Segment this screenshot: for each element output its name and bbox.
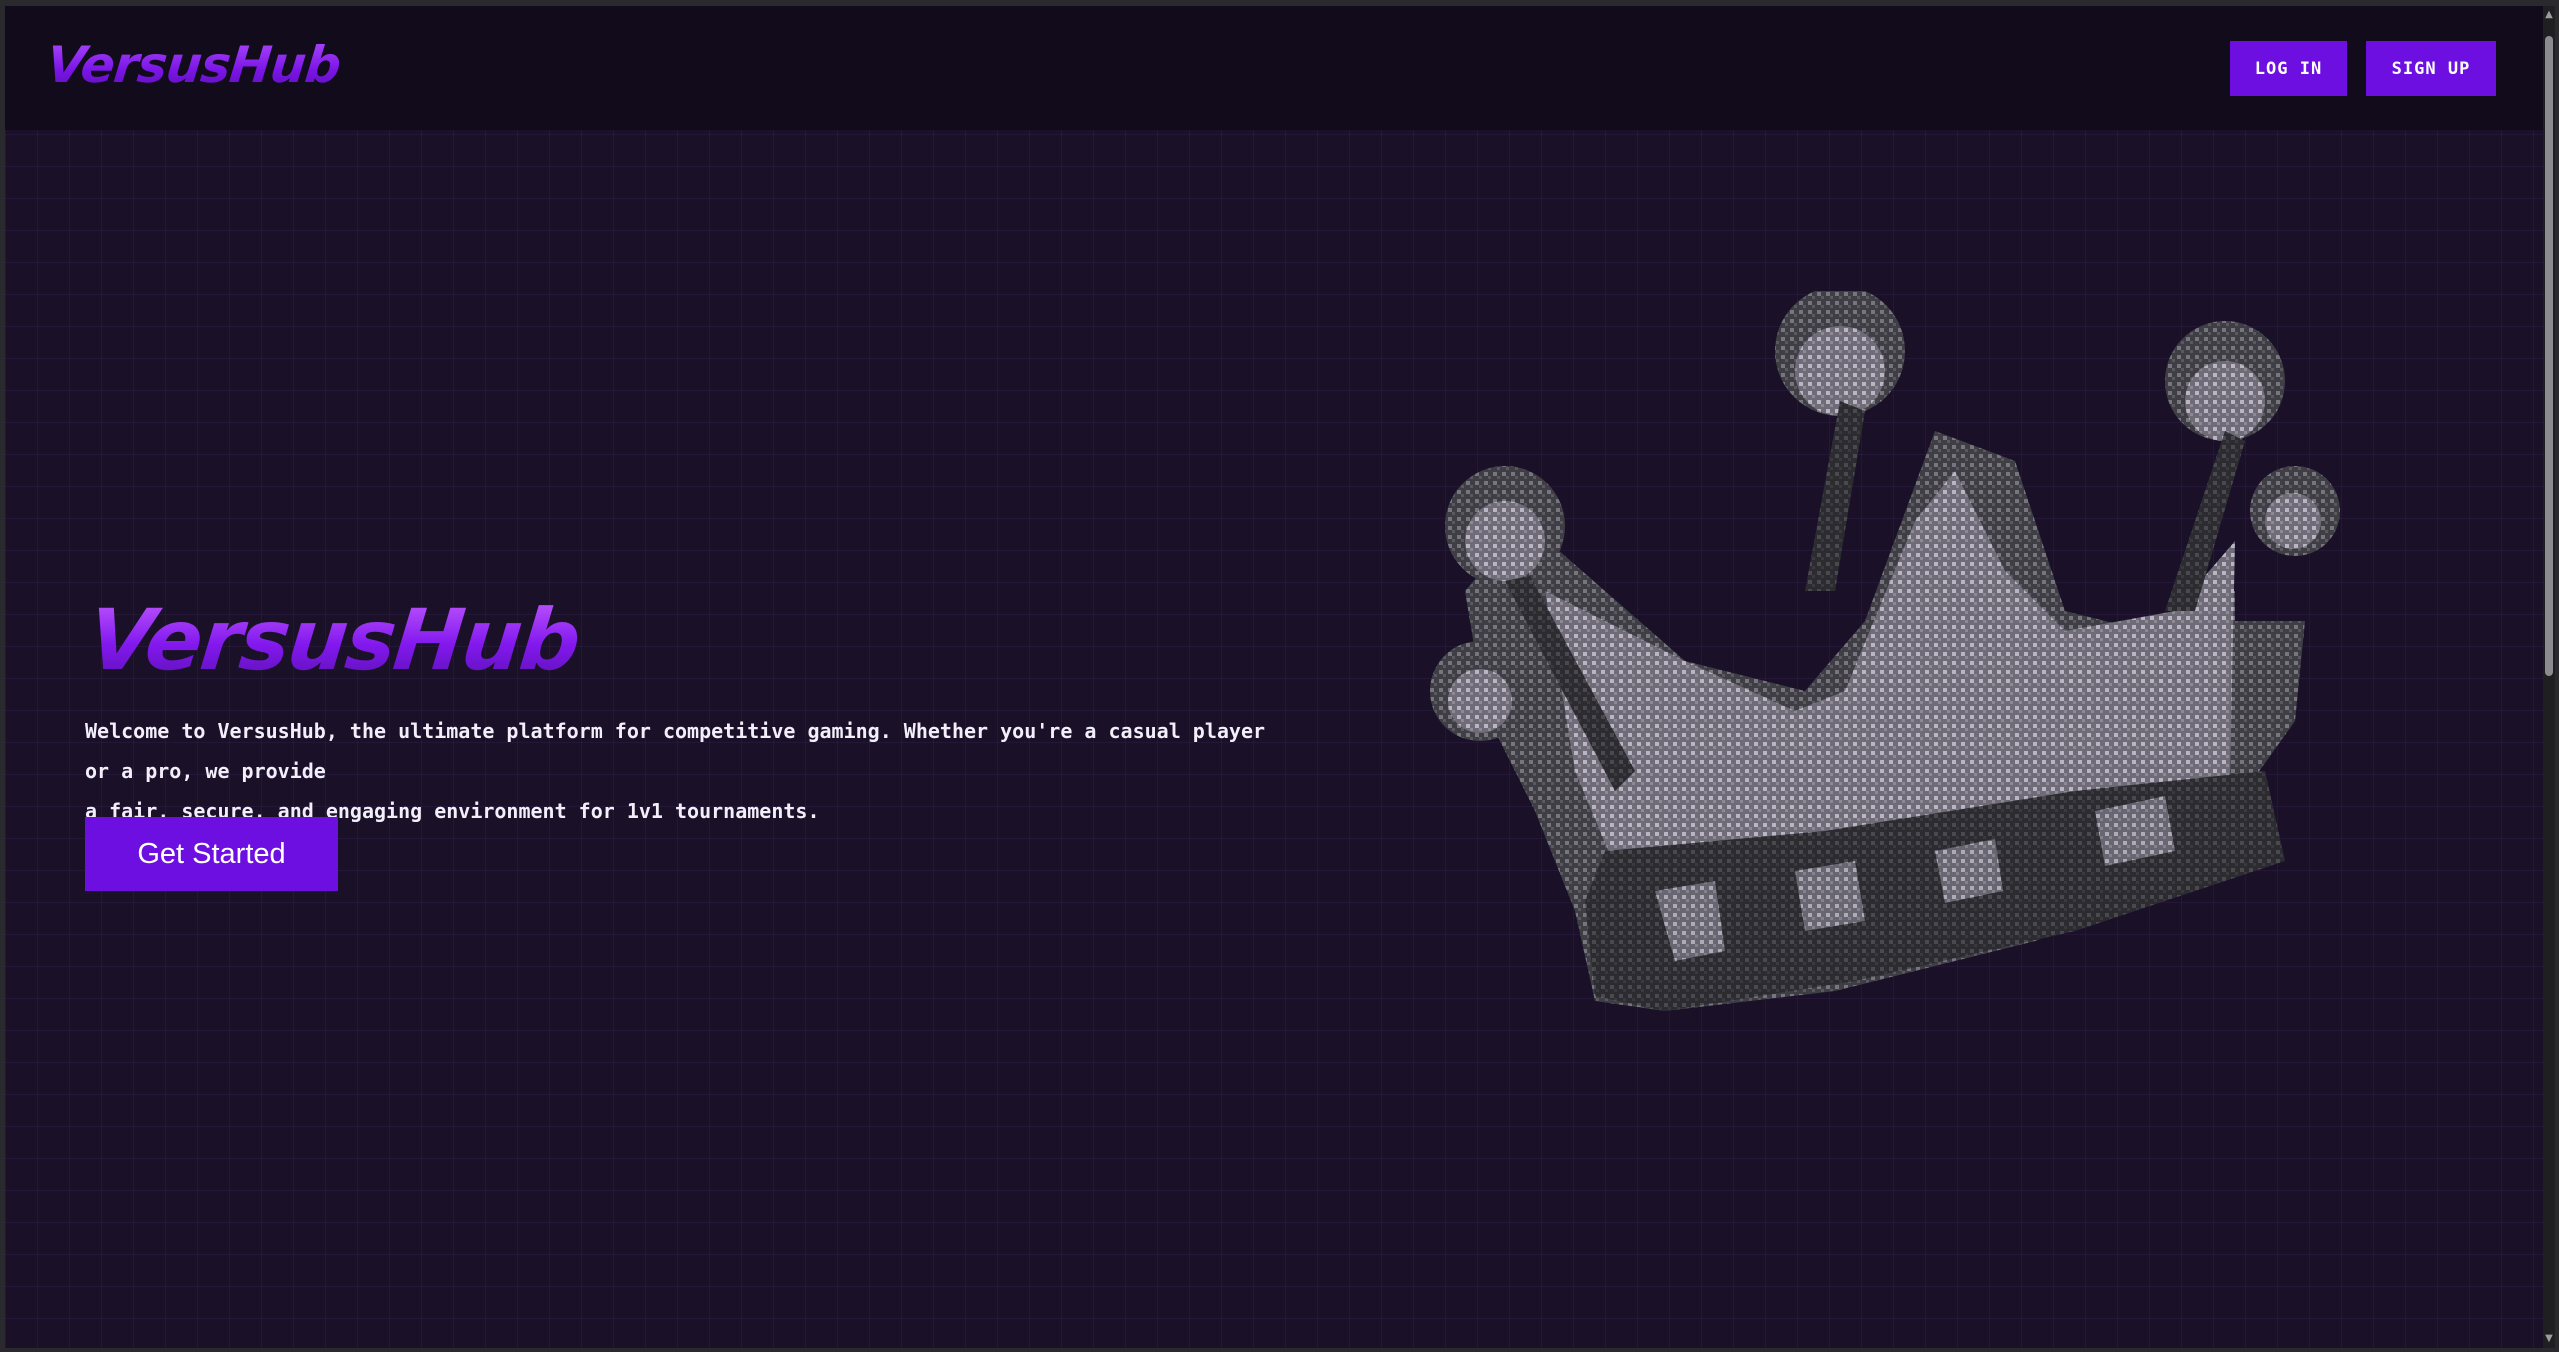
top-navbar: VersusHub LOG IN SIGN UP — [5, 6, 2543, 130]
scroll-up-arrow-icon[interactable]: ▲ — [2543, 8, 2555, 22]
brand-logo[interactable]: VersusHub — [44, 36, 343, 94]
hero-description: Welcome to VersusHub, the ultimate platf… — [85, 711, 1285, 831]
get-started-button[interactable]: Get Started — [85, 817, 338, 891]
app-window: VersusHub LOG IN SIGN UP VersusHub Welco… — [5, 6, 2543, 1348]
crown-illustration — [1375, 286, 2355, 1131]
crown-orb-left-highlight — [1465, 501, 1545, 581]
scroll-thumb[interactable] — [2545, 36, 2553, 676]
scroll-down-arrow-icon[interactable]: ▼ — [2543, 1332, 2555, 1346]
crown-orb-far-left-highlight — [1448, 669, 1512, 733]
hero-title: VersusHub — [83, 591, 584, 689]
crown-icon — [1430, 286, 2340, 1011]
hero-description-line-1: Welcome to VersusHub, the ultimate platf… — [85, 719, 1266, 783]
crown-orb-right-highlight — [2185, 361, 2265, 441]
crown-orb-far-right-highlight — [2265, 493, 2321, 549]
page-scrollbar[interactable]: ▲ ▼ — [2543, 6, 2555, 1348]
login-button[interactable]: LOG IN — [2230, 41, 2347, 96]
signup-button[interactable]: SIGN UP — [2366, 41, 2496, 96]
